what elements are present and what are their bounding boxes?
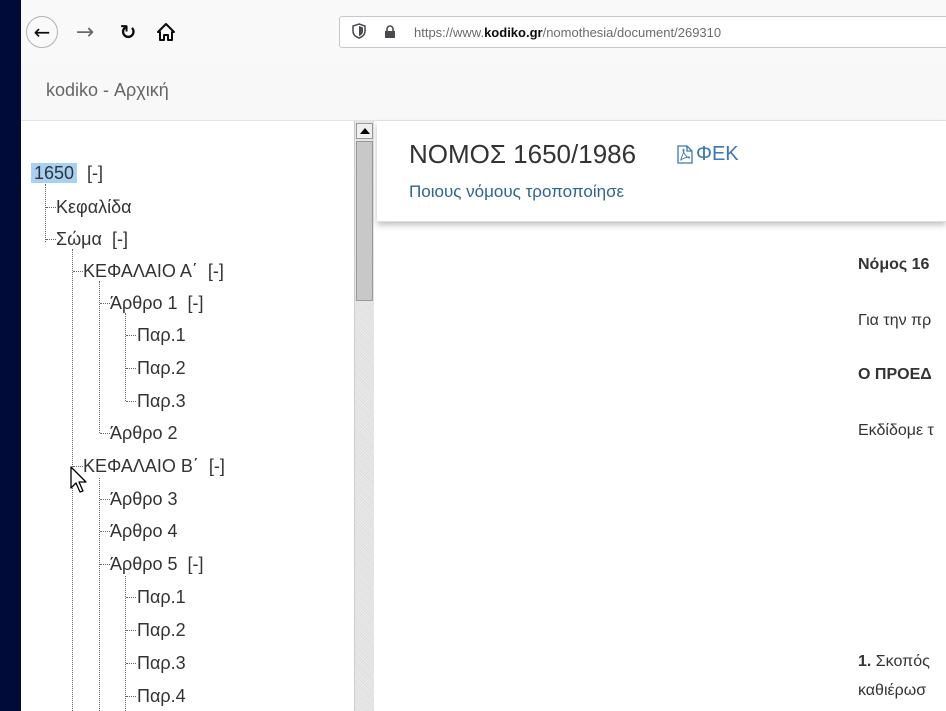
tree-connector [100,499,110,500]
pdf-icon [677,145,693,164]
url-prefix: https://www. [414,25,485,40]
url-text[interactable]: https://www.kodiko.gr/nomothesia/documen… [414,25,721,40]
tree-item-label[interactable]: Άρθρο 1 [110,293,178,313]
collapse-toggle[interactable]: [-] [208,261,224,281]
url-path: /nomothesia/document/269310 [542,25,722,40]
tree-item-paragraph[interactable]: Παρ.2 [137,356,186,380]
tree-item-arthro-1[interactable]: Άρθρο 1 [-] [110,291,204,315]
tree-item-label[interactable]: ΚΕΦΑΛΑΙΟ Α΄ [83,261,198,281]
collapse-toggle[interactable]: [-] [188,293,204,313]
tree-connector [46,239,56,240]
tree-root-label[interactable]: 1650 [31,163,78,183]
paragraph-number: 1. [858,653,872,670]
tree-connector [100,433,110,434]
toc-sidebar: 1650 [-] Κεφαλίδα Σώμα [-] ΚΕΦΑΛΑΙΟ Α΄ [-] … [21,121,374,711]
tree-connector [126,630,136,631]
collapse-toggle[interactable]: [-] [87,163,103,183]
browser-toolbar: ← → ↻ https://www.kodiko.gr/nomothesia/d… [21,0,946,65]
tree-item-arthro-5[interactable]: Άρθρο 5 [-] [110,552,204,576]
tree-connector [100,564,110,565]
tree-connector [126,335,136,336]
tree-item-kef-b[interactable]: ΚΕΦΑΛΑΙΟ Β΄ [-] [83,454,225,478]
reload-icon: ↻ [119,20,137,44]
tree-item-paragraph[interactable]: Παρ.1 [137,323,186,347]
reload-button[interactable]: ↻ [113,17,143,47]
tree-item-paragraph[interactable]: Παρ.3 [137,651,186,675]
sidebar-scrollbar[interactable] [354,121,374,711]
tree-connector [126,696,136,697]
tree-connector [46,207,56,208]
tracking-protection-icon[interactable] [352,23,366,39]
tree-item-paragraph[interactable]: Παρ.4 [137,684,186,708]
site-navbar: kodiko - Αρχική [21,64,946,121]
tree-connector [126,401,136,402]
collapse-toggle[interactable]: [-] [112,229,128,249]
tree-item-arthro-4[interactable]: Άρθρο 4 [110,519,178,543]
tree-item-paragraph[interactable]: Παρ.1 [137,585,186,609]
doc-paragraph-1: 1. Σκοπός [858,653,930,671]
tree-connector [45,184,46,242]
scroll-up-button[interactable] [356,123,373,139]
arrow-right-icon: → [75,19,95,45]
paragraph-text: Σκοπός [871,653,930,670]
toc-tree: 1650 [-] Κεφαλίδα Σώμα [-] ΚΕΦΑΛΑΙΟ Α΄ [-] … [21,121,374,711]
tree-item-soma[interactable]: Σώμα [-] [56,227,128,251]
document-header: ΝΟΜΟΣ 1650/1986 ΦΕΚ Ποιους νόμους τροποπ… [377,121,946,222]
tree-item-arthro-3[interactable]: Άρθρο 3 [110,487,178,511]
doc-paragraph: Εκδίδομε τ [858,422,934,439]
tree-connector [125,313,126,401]
lock-icon[interactable] [384,25,396,38]
pdf-label[interactable]: ΦΕΚ [696,143,739,166]
home-icon [157,23,175,41]
tree-item-paragraph[interactable]: Παρ.2 [137,618,186,642]
page-title: ΝΟΜΟΣ 1650/1986 [409,139,637,169]
tree-item-kefalida[interactable]: Κεφαλίδα [56,195,132,219]
back-button[interactable]: ← [26,16,58,48]
tree-root[interactable]: 1650 [-] [31,161,103,185]
forward-button[interactable]: → [70,17,100,47]
doc-heading: Νόμος 16 [858,256,930,273]
tree-item-label[interactable]: Άρθρο 5 [110,554,178,574]
tree-connector [126,663,136,664]
mouse-cursor-icon [70,466,87,493]
browser-window: ← → ↻ https://www.kodiko.gr/nomothesia/d… [21,0,946,711]
tree-item-label[interactable]: ΚΕΦΑΛΑΙΟ Β΄ [83,456,199,476]
home-button[interactable] [151,17,181,47]
tree-item-arthro-2[interactable]: Άρθρο 2 [110,421,178,445]
tree-connector [100,531,110,532]
doc-subtitle: Για την πρ [858,312,932,329]
tree-connector [126,368,136,369]
amended-laws-link[interactable]: Ποιους νόμους τροποποίησε [409,182,624,202]
screen: ← → ↻ https://www.kodiko.gr/nomothesia/d… [0,0,946,711]
tree-item-kef-a[interactable]: ΚΕΦΑΛΑΙΟ Α΄ [-] [83,259,224,283]
brand-link[interactable]: kodiko - Αρχική [46,80,169,101]
collapse-toggle[interactable]: [-] [209,456,225,476]
collapse-toggle[interactable]: [-] [188,554,204,574]
doc-paragraph-line: καθιέρωσ [858,682,927,699]
doc-president: Ο ΠΡΟΕΔ [858,366,932,383]
arrow-left-icon: ← [33,20,51,44]
tree-connector [99,478,100,711]
tree-item-label[interactable]: Σώμα [56,229,102,249]
address-bar[interactable]: https://www.kodiko.gr/nomothesia/documen… [339,16,946,48]
tree-item-paragraph[interactable]: Παρ.3 [137,389,186,413]
tree-connector [73,271,83,272]
tree-connector [126,597,136,598]
document-panel: ΝΟΜΟΣ 1650/1986 ΦΕΚ Ποιους νόμους τροποπ… [374,121,946,711]
pdf-link[interactable]: ΦΕΚ [677,143,739,166]
url-domain: kodiko.gr [484,25,543,40]
scroll-thumb[interactable] [356,141,373,301]
tree-connector [100,303,110,304]
